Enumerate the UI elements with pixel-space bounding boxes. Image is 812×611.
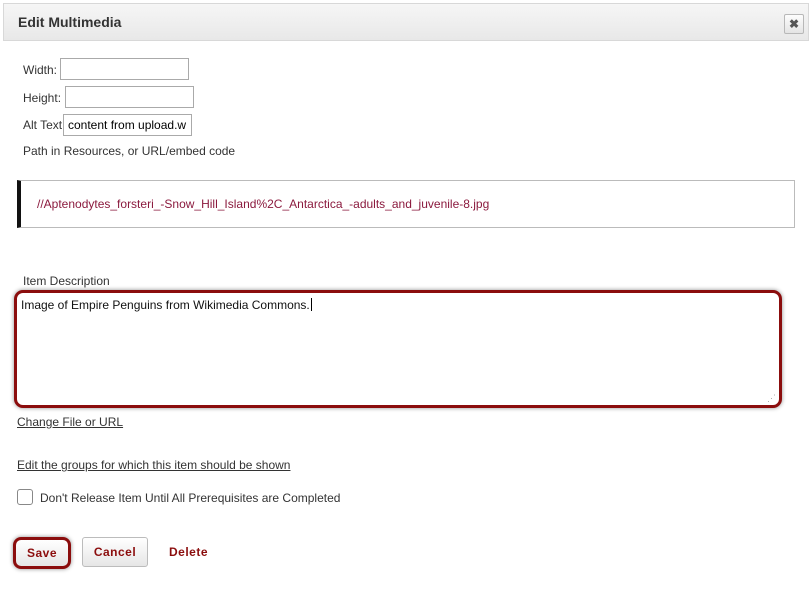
path-value: //Aptenodytes_forsteri_-Snow_Hill_Island… [37,197,490,211]
prerequisites-label: Don't Release Item Until All Prerequisit… [40,491,341,505]
dialog-title: Edit Multimedia [18,14,122,30]
path-field[interactable]: //Aptenodytes_forsteri_-Snow_Hill_Island… [17,180,795,228]
height-input[interactable] [65,86,194,108]
description-label: Item Description [23,274,110,288]
delete-button[interactable]: Delete [169,545,208,559]
alt-text-label: Alt Text [23,118,63,132]
close-icon[interactable]: ✖ [784,14,804,34]
save-button[interactable]: Save [13,537,71,569]
dialog-header: Edit Multimedia ✖ [3,3,809,41]
prerequisites-checkbox[interactable] [17,489,33,505]
cancel-button[interactable]: Cancel [82,537,148,567]
change-file-link[interactable]: Change File or URL [17,415,123,429]
height-label: Height: [23,91,62,105]
text-caret [310,298,312,311]
edit-groups-link[interactable]: Edit the groups for which this item shou… [17,458,290,472]
width-label: Width: [23,63,58,77]
alt-text-input[interactable] [63,114,192,136]
width-input[interactable] [60,58,189,80]
resize-grip-icon[interactable]: ⋰ [767,394,776,403]
description-textarea[interactable]: Image of Empire Penguins from Wikimedia … [14,290,782,408]
path-label: Path in Resources, or URL/embed code [23,144,236,158]
description-text: Image of Empire Penguins from Wikimedia … [21,298,312,312]
